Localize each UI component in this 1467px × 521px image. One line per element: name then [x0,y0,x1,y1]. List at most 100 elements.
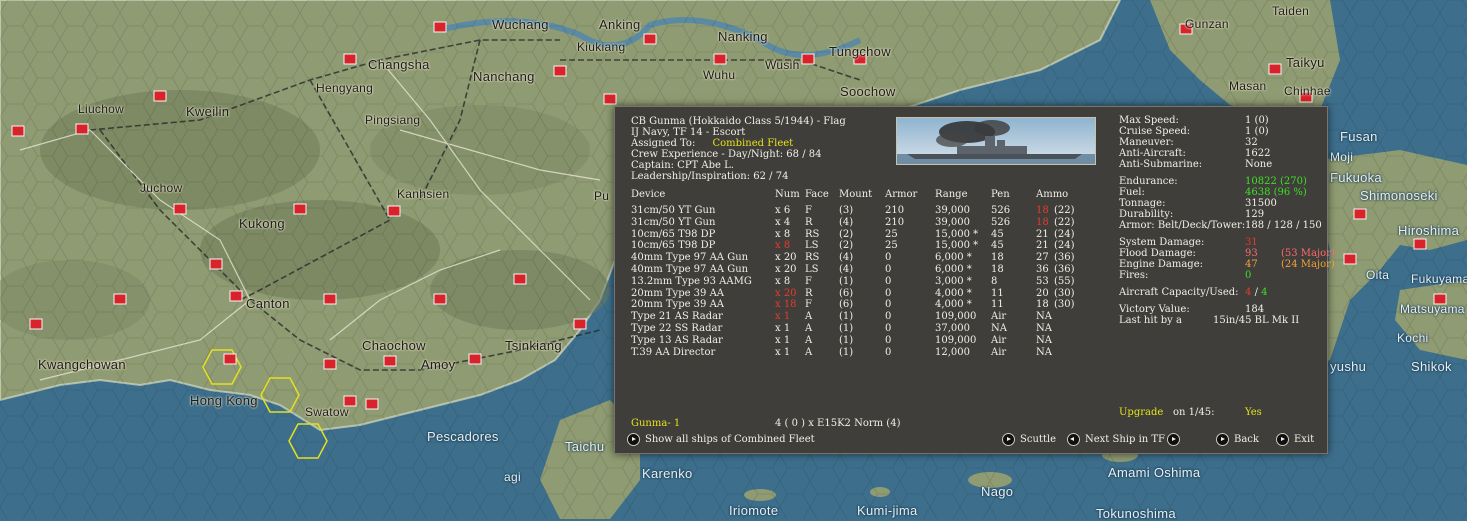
map-city-label[interactable]: Canton [246,296,290,311]
base-marker[interactable] [323,358,337,370]
base-marker[interactable] [1343,253,1357,265]
device-pen: 8 [991,275,998,287]
device-ammo2: (24) [1054,240,1075,252]
map-city-label[interactable]: Anking [599,17,641,32]
map-city-label[interactable]: Shikok [1411,359,1452,374]
map-city-label[interactable]: Swatow [305,405,349,419]
map-city-label[interactable]: Iriomote [729,503,778,518]
map-city-label[interactable]: Kiukiang [577,40,625,54]
scuttle-button[interactable]: Scuttle [1002,433,1056,447]
base-marker[interactable] [173,203,187,215]
base-marker[interactable] [1268,63,1282,75]
map-city-label[interactable]: Gunzan [1185,17,1229,31]
map-city-label[interactable]: Kukong [239,216,285,231]
base-marker[interactable] [603,93,617,105]
map-city-label[interactable]: Hong Kong [190,393,258,408]
map-city-label[interactable]: Kwangchowan [38,357,126,372]
air-group-name[interactable]: Gunma- 1 [631,418,680,430]
map-city-label[interactable]: Moji [1330,150,1353,164]
arrow-right-icon [1276,433,1289,446]
base-marker[interactable] [323,293,337,305]
device-ammo2: (36) [1054,264,1075,275]
base-marker[interactable] [365,398,379,410]
base-marker[interactable] [553,65,567,77]
base-marker[interactable] [29,318,43,330]
map-city-label[interactable]: Fusan [1340,129,1378,144]
map-city-label[interactable]: Chinhae [1284,84,1331,98]
base-marker[interactable] [433,21,447,33]
map-city-label[interactable]: Changsha [368,57,430,72]
map-city-label[interactable]: Tungchow [829,44,891,59]
map-city-label[interactable]: Wuhu [703,68,735,82]
base-marker[interactable] [433,293,447,305]
map-city-label[interactable]: yushu [1330,359,1366,374]
map-city-label[interactable]: Kochi [1397,331,1429,345]
device-face: R [805,216,813,228]
map-city-label[interactable]: Masan [1229,79,1267,93]
base-marker[interactable] [468,353,482,365]
map-city-label[interactable]: Taikyu [1286,55,1325,70]
device-face: R [805,287,813,299]
base-marker[interactable] [293,203,307,215]
map-city-label[interactable]: Taiden [1272,4,1309,18]
map-city-label[interactable]: Chaochow [362,338,426,353]
map-city-label[interactable]: Pingsiang [365,113,420,127]
back-button[interactable]: Back [1216,433,1259,447]
base-marker[interactable] [209,258,223,270]
map-city-label[interactable]: agi [504,470,521,484]
device-mount: (6) [839,287,854,299]
map-city-label[interactable]: Taichu [565,439,604,454]
map-city-label[interactable]: Oita [1366,268,1389,282]
map-city-label[interactable]: Amami Oshima [1108,465,1200,480]
base-marker[interactable] [1353,208,1367,220]
base-marker[interactable] [223,353,237,365]
device-mount: (1) [839,346,854,358]
exit-button[interactable]: Exit [1276,433,1314,447]
map-city-label[interactable]: Soochow [840,84,896,99]
map-city-label[interactable]: Tsinkiang [505,338,562,353]
map-city-label[interactable]: Nanking [718,29,768,44]
device-face: LS [805,264,819,275]
base-marker[interactable] [153,90,167,102]
map-city-label[interactable]: Nanchang [473,69,535,84]
base-marker[interactable] [229,290,243,302]
map-city-label[interactable]: Kumi-jima [857,503,917,518]
map-city-label[interactable]: Wuchang [492,17,549,32]
map-city-label[interactable]: Juchow [140,181,183,195]
map-city-label[interactable]: Liuchow [78,102,124,116]
base-marker[interactable] [113,293,127,305]
map-city-label[interactable]: Amoy [421,357,455,372]
prev-ship-button[interactable] [1067,433,1085,447]
map-city-label[interactable]: Pescadores [427,429,499,444]
base-marker[interactable] [513,273,527,285]
base-marker[interactable] [11,125,25,137]
base-marker[interactable] [343,53,357,65]
map-city-label[interactable]: Kweilin [186,104,229,119]
upgrade-link[interactable]: Upgrade [1119,407,1163,418]
map-city-label[interactable]: Matsuyama [1400,302,1465,316]
map-city-label[interactable]: Karenko [642,466,693,481]
map-city-label[interactable]: Hengyang [316,81,373,95]
base-marker[interactable] [573,318,587,330]
base-marker[interactable] [1413,238,1427,250]
map-city-label[interactable]: Hiroshima [1398,223,1459,238]
map-city-label[interactable]: Wusih [765,58,800,72]
map-city-label[interactable]: Shimonoseki [1360,188,1438,203]
map-city-label[interactable]: Fukuyama [1411,272,1467,286]
assigned-fleet-link[interactable]: Combined Fleet [713,138,794,149]
base-marker[interactable] [383,355,397,367]
base-marker[interactable] [75,123,89,135]
device-device: 20mm Type 39 AA [631,287,725,299]
base-marker[interactable] [801,53,815,65]
map-city-label[interactable]: Kanhsien [397,187,449,201]
map-city-label[interactable]: Nago [981,484,1013,499]
stat-value: 188 / 128 / 150 [1245,220,1322,231]
base-marker[interactable] [387,205,401,217]
show-all-ships-button[interactable]: Show all ships of Combined Fleet [627,433,815,447]
device-device: 40mm Type 97 AA Gun [631,252,749,264]
map-city-label[interactable]: Fukuoka [1330,170,1382,185]
base-marker[interactable] [643,33,657,45]
base-marker[interactable] [713,53,727,65]
next-ship-button[interactable] [1167,433,1185,447]
map-city-label[interactable]: Pu [594,189,609,203]
